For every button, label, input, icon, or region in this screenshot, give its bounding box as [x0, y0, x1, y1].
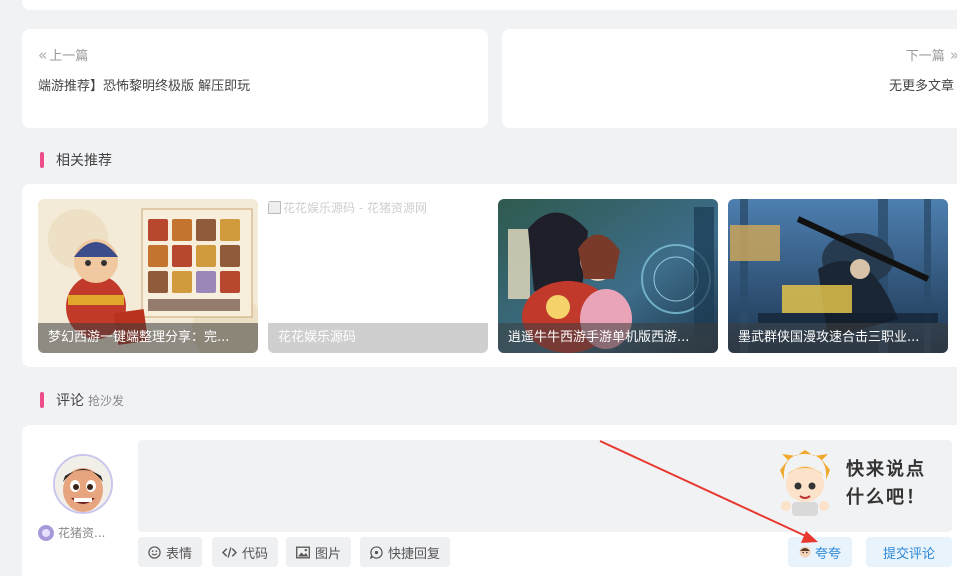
next-post-title: 无更多文章 [888, 79, 954, 94]
mascot-prompt-line: 什么吧！ [846, 487, 926, 508]
mascot-illustration [780, 450, 830, 516]
code-icon [222, 546, 237, 558]
image-button[interactable]: 图片 [286, 537, 352, 567]
site-badge: 花猪资... [38, 524, 105, 541]
user-name: 花猪资... [58, 526, 106, 540]
praise-button[interactable]: 夸夸 [788, 537, 852, 567]
praise-button-label: 夸夸 [814, 546, 841, 562]
image-icon [296, 546, 310, 558]
quick-reply-button-label: 快捷回复 [388, 546, 441, 562]
comments-subheading: 抢沙发 [88, 393, 125, 408]
prev-post-title[interactable]: 端游推荐】恐怖黎明终极版 解压即玩 [38, 75, 250, 94]
emoji-button-label: 表情 [166, 546, 193, 562]
chat-icon [370, 545, 383, 559]
related-heading: 相关推荐 [40, 150, 112, 170]
related-post-title[interactable]: 逍遥牛牛西游手游单机版西游... [498, 323, 718, 353]
prev-post-hint: « 上一篇 [38, 45, 89, 65]
quick-reply-button[interactable]: 快捷回复 [360, 537, 451, 567]
emoji-button[interactable]: 表情 [138, 537, 203, 567]
face-icon [799, 546, 811, 558]
code-button[interactable]: 代码 [212, 537, 279, 567]
related-heading-text: 相关推荐 [56, 153, 112, 169]
section-accent-bar [40, 152, 44, 168]
related-post-tile[interactable]: 逍遥牛牛西游手游单机版西游... [498, 199, 718, 353]
next-post-hint: 下一篇 » [905, 45, 957, 65]
related-post-tile[interactable]: 梦幻西游一键端整理分享：完... [38, 199, 258, 353]
related-posts-card: 梦幻西游一键端整理分享：完... 花花娱乐源码 - 花猪资源网 花花娱乐源码 逍… [22, 184, 957, 367]
comments-heading-text: 评论 [56, 393, 84, 409]
image-alt-text: 花花娱乐源码 - 花猪资源网 [283, 201, 427, 215]
prev-post-card[interactable]: « 上一篇 端游推荐】恐怖黎明终极版 解压即玩 [22, 29, 488, 128]
previous-section-card [22, 0, 957, 10]
smile-icon [148, 545, 161, 559]
broken-image-icon [268, 201, 281, 214]
mascot-prompt: 快来说点 什么吧！ [840, 456, 932, 512]
related-post-title[interactable]: 花花娱乐源码 [268, 323, 488, 353]
section-accent-bar [40, 392, 44, 408]
prev-post-hint-label: 上一篇 [49, 49, 89, 64]
related-post-title[interactable]: 墨武群侠国漫攻速合击三职业... [728, 323, 948, 353]
avatar[interactable] [53, 454, 113, 514]
submit-comment-button[interactable]: 提交评论 [866, 537, 952, 567]
related-post-tile[interactable]: 墨武群侠国漫攻速合击三职业... [728, 199, 948, 353]
double-chevron-left-icon: « [38, 45, 47, 64]
site-logo-icon [38, 524, 54, 541]
broken-image-alt: 花花娱乐源码 - 花猪资源网 [268, 199, 427, 216]
comment-form-card: 花猪资... 快来说点 什么吧！ 表情 代码 图片 快捷回复 夸夸 提交评论 [22, 425, 957, 576]
related-post-title[interactable]: 梦幻西游一键端整理分享：完... [38, 323, 258, 353]
next-post-card[interactable]: 下一篇 » 无更多文章 [502, 29, 957, 128]
avatar-image [55, 456, 111, 512]
next-post-hint-label: 下一篇 [905, 49, 945, 64]
image-button-label: 图片 [315, 546, 342, 562]
comments-heading: 评论 抢沙发 [40, 390, 124, 410]
related-post-tile[interactable]: 花花娱乐源码 - 花猪资源网 花花娱乐源码 [268, 199, 488, 353]
double-chevron-right-icon: » [949, 45, 957, 64]
submit-comment-button-label: 提交评论 [882, 546, 935, 562]
mascot-prompt-line: 快来说点 [846, 459, 926, 480]
code-button-label: 代码 [242, 546, 269, 562]
